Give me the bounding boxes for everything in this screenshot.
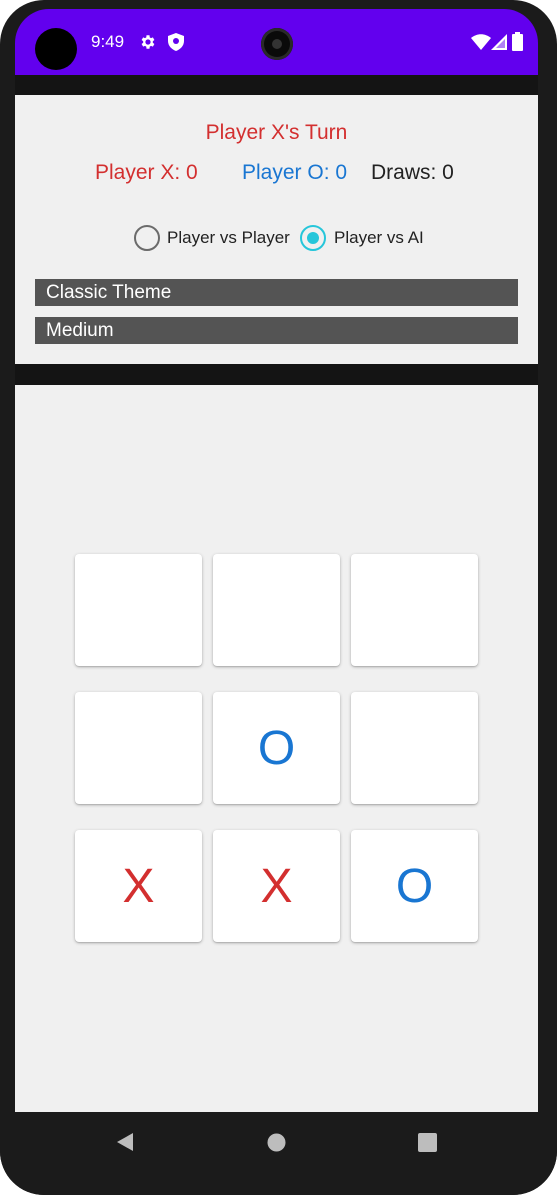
board-cell[interactable] xyxy=(213,554,340,666)
board-cell[interactable]: X xyxy=(213,830,340,942)
board-cell[interactable]: X xyxy=(75,830,202,942)
navigation-bar xyxy=(0,1112,557,1195)
game-info-panel: Player X's Turn Player X: 0 Player O: 0 … xyxy=(15,95,538,364)
board-cell[interactable] xyxy=(351,554,478,666)
wifi-icon xyxy=(471,34,491,55)
radio-pvp[interactable] xyxy=(134,225,160,251)
score-draws: Draws: 0 xyxy=(371,161,454,184)
front-camera xyxy=(261,28,293,60)
settings-icon xyxy=(139,33,157,56)
board-cell[interactable] xyxy=(75,692,202,804)
radio-ai-label[interactable]: Player vs AI xyxy=(334,228,424,248)
board-cell[interactable] xyxy=(351,692,478,804)
status-bar: 9:49 xyxy=(15,9,538,75)
score-player-x: Player X: 0 xyxy=(95,161,198,184)
home-icon[interactable] xyxy=(267,1133,286,1157)
camera-cutout xyxy=(35,28,77,70)
battery-icon xyxy=(512,32,523,56)
status-time: 9:49 xyxy=(91,32,125,51)
score-player-o: Player O: 0 xyxy=(242,161,348,184)
game-board: O X X O xyxy=(15,385,538,1112)
recents-icon[interactable] xyxy=(418,1133,437,1157)
device-frame: 9:49 Player X's Turn Player X: 0 Player … xyxy=(0,0,557,1195)
board-cell[interactable]: O xyxy=(351,830,478,942)
back-icon[interactable] xyxy=(115,1132,135,1157)
turn-indicator: Player X's Turn xyxy=(205,121,348,144)
theme-selector[interactable]: Classic Theme xyxy=(35,279,518,306)
difficulty-selector[interactable]: Medium xyxy=(35,317,518,344)
radio-pvp-label[interactable]: Player vs Player xyxy=(167,228,290,248)
radio-ai[interactable] xyxy=(300,225,326,251)
board-cell[interactable]: O xyxy=(213,692,340,804)
signal-icon xyxy=(491,34,507,55)
board-cell[interactable] xyxy=(75,554,202,666)
shield-icon xyxy=(168,33,184,56)
